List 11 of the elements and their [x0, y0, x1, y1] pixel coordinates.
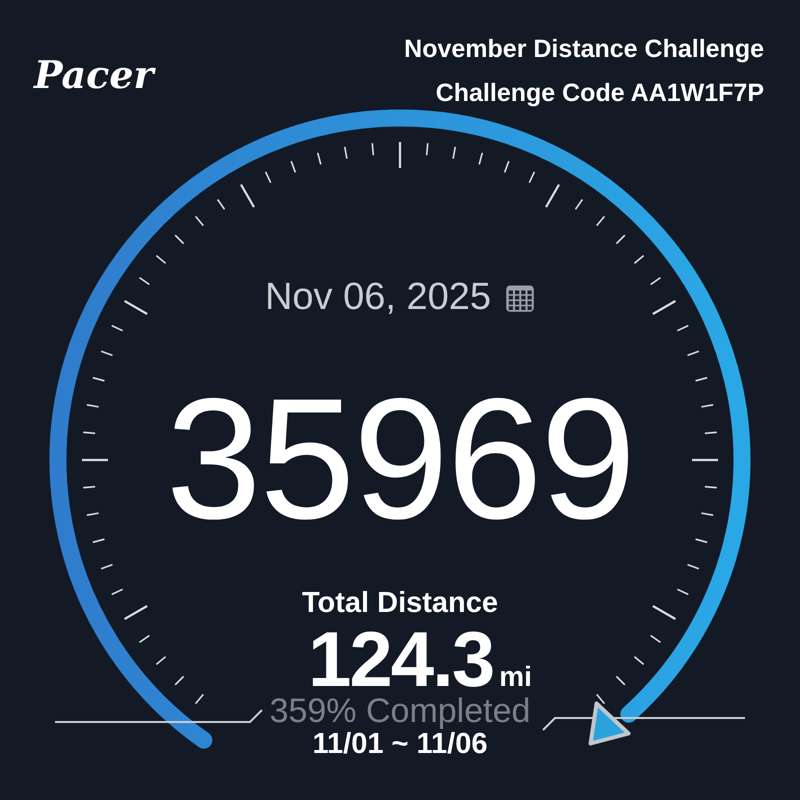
date-range: 11/01 ~ 11/06	[312, 728, 488, 760]
challenge-title: November Distance Challenge	[404, 34, 764, 64]
total-distance-label: Total Distance	[302, 587, 498, 620]
step-count: 35969	[166, 371, 634, 547]
distance-unit: mi	[499, 661, 532, 693]
calendar-icon[interactable]	[505, 282, 536, 312]
distance-value: 124.3	[308, 624, 494, 694]
date-label: Nov 06, 2025	[264, 276, 492, 319]
progress-text: 359% Completed	[270, 694, 530, 728]
challenge-code: Challenge Code AA1W1F7P	[436, 78, 764, 108]
app-logo: Pacer	[34, 52, 154, 97]
